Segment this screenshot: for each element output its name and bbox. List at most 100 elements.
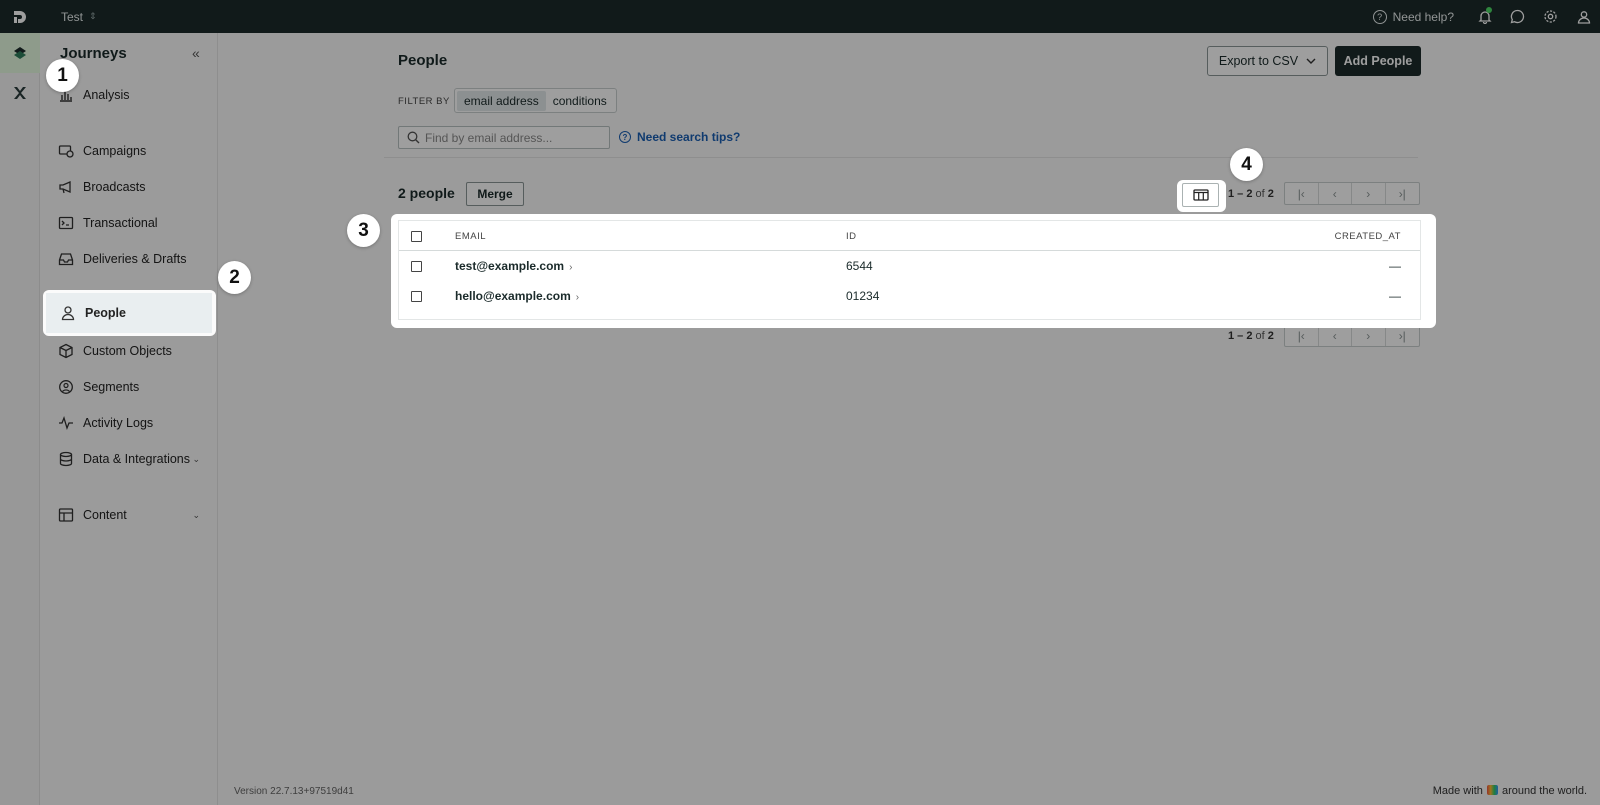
chevron-down-icon: ⌄ — [192, 509, 200, 520]
sidebar-item-broadcasts[interactable]: Broadcasts — [44, 167, 210, 207]
megaphone-icon — [59, 181, 71, 194]
sidebar-item-label: People — [85, 306, 126, 320]
segment-icon — [59, 380, 73, 394]
filter-toggle: email address conditions — [454, 88, 617, 113]
sidebar-item-deliveries[interactable]: Deliveries & Drafts — [44, 239, 210, 279]
bell-icon[interactable] — [1468, 0, 1501, 33]
pulse-icon — [59, 416, 73, 430]
spotlight-columns — [1177, 180, 1226, 212]
table-row[interactable]: hello@example.com › 01234 — — [399, 281, 1420, 311]
table-row[interactable]: test@example.com › 6544 — — [399, 251, 1420, 281]
sidebar-item-activity-logs[interactable]: Activity Logs — [44, 403, 210, 443]
people-table: EMAIL ID CREATED_AT test@example.com › 65… — [398, 220, 1421, 320]
range-start: 1 – 2 — [1228, 188, 1253, 200]
merge-button[interactable]: Merge — [466, 182, 524, 206]
sidebar-item-content[interactable]: Content ⌄ — [44, 495, 210, 535]
notification-dot — [1486, 7, 1492, 13]
terminal-icon — [58, 216, 74, 230]
collapse-sidebar-icon[interactable]: « — [192, 45, 200, 61]
row-checkbox[interactable] — [411, 261, 422, 272]
question-icon: ? — [1372, 9, 1387, 24]
user-icon[interactable] — [1567, 0, 1600, 33]
chat-icon[interactable] — [1501, 0, 1534, 33]
pagination-range-top: 1 – 2 of 2 — [1228, 188, 1274, 200]
chevron-right-icon: › — [575, 292, 580, 303]
app-logo-icon[interactable] — [0, 0, 40, 33]
first-page-icon[interactable]: |‹ — [1285, 325, 1319, 346]
filter-option-email[interactable]: email address — [457, 90, 546, 111]
id-value: 01234 — [846, 289, 880, 303]
created-at-value: — — [1389, 259, 1401, 273]
first-page-icon[interactable]: |‹ — [1285, 183, 1319, 204]
tour-step-badge[interactable]: 1 — [46, 59, 79, 92]
sidebar-item-label: Deliveries & Drafts — [83, 252, 187, 266]
sidebar-item-data-integrations[interactable]: Data & Integrations ⌄ — [44, 439, 210, 479]
email-link[interactable]: hello@example.com › — [455, 289, 579, 303]
made-with-label: Made with around the world. — [1433, 785, 1587, 797]
page-title: People — [398, 52, 448, 69]
row-checkbox[interactable] — [411, 291, 422, 302]
prev-page-icon[interactable]: ‹ — [1319, 183, 1352, 204]
spotlight-people: People — [43, 290, 216, 336]
export-csv-button[interactable]: Export to CSV — [1207, 46, 1328, 76]
sidebar-item-people[interactable]: People — [46, 293, 212, 333]
search-input[interactable] — [425, 130, 605, 145]
table-header: EMAIL ID CREATED_AT — [399, 221, 1420, 251]
prev-page-icon[interactable]: ‹ — [1319, 325, 1352, 346]
integrations-app-icon[interactable] — [0, 73, 40, 113]
sidebar-item-label: Custom Objects — [83, 344, 172, 358]
search-field[interactable] — [398, 126, 610, 149]
export-label: Export to CSV — [1218, 54, 1299, 68]
column-header-email[interactable]: EMAIL — [455, 231, 486, 242]
chevron-down-icon — [1306, 58, 1316, 64]
sidebar-item-transactional[interactable]: Transactional — [44, 203, 210, 243]
sidebar-item-campaigns[interactable]: Campaigns — [44, 131, 210, 171]
chevron-down-icon: ⌄ — [192, 453, 200, 464]
sidebar-item-segments[interactable]: Segments — [44, 367, 210, 407]
journeys-app-icon[interactable] — [0, 33, 40, 73]
sidebar-item-label: Transactional — [83, 216, 158, 230]
pagination-top: |‹ ‹ › ›| — [1284, 182, 1420, 205]
tour-step-badge[interactable]: 3 — [347, 214, 380, 247]
inbox-icon — [58, 253, 74, 266]
app-rail — [0, 33, 40, 805]
sidebar-item-custom-objects[interactable]: Custom Objects — [44, 331, 210, 371]
people-count: 2 people — [398, 185, 455, 201]
search-tips-link[interactable]: ? Need search tips? — [619, 130, 740, 144]
sidebar-item-label: Campaigns — [83, 144, 147, 158]
email-value: hello@example.com — [455, 289, 571, 303]
top-bar: Test ⇕ ? Need help? — [0, 0, 1600, 33]
layout-icon — [58, 508, 74, 522]
email-link[interactable]: test@example.com › — [455, 259, 572, 273]
sidebar-item-label: Data & Integrations — [83, 452, 191, 466]
sidebar-item-label: Activity Logs — [83, 416, 154, 430]
workspace-switcher[interactable]: Test ⇕ — [61, 10, 97, 24]
tour-step-badge[interactable]: 4 — [1230, 148, 1263, 181]
filter-option-conditions[interactable]: conditions — [546, 91, 614, 111]
last-page-icon[interactable]: ›| — [1386, 325, 1420, 346]
version-label: Version 22.7.13+97519d41 — [234, 786, 354, 797]
tour-step-badge[interactable]: 2 — [218, 261, 251, 294]
column-settings-button[interactable] — [1182, 183, 1219, 207]
pagination-range-bottom: 1 – 2 of 2 — [1228, 330, 1274, 342]
made-with-prefix: Made with — [1432, 785, 1483, 797]
range-start: 1 – 2 — [1228, 330, 1253, 342]
person-icon — [61, 306, 75, 321]
last-page-icon[interactable]: ›| — [1386, 183, 1420, 204]
column-header-created-at[interactable]: CREATED_AT — [1335, 231, 1401, 242]
add-people-button[interactable]: Add People — [1335, 46, 1421, 76]
created-at-value: — — [1389, 289, 1401, 303]
help-button[interactable]: ? Need help? — [1372, 9, 1454, 24]
filter-by-label: FILTER BY — [398, 96, 450, 107]
spotlight-table: EMAIL ID CREATED_AT test@example.com › 65… — [391, 214, 1436, 328]
column-header-id[interactable]: ID — [846, 231, 857, 242]
gear-icon[interactable] — [1534, 0, 1567, 33]
next-page-icon[interactable]: › — [1352, 183, 1386, 204]
campaign-icon — [58, 145, 74, 158]
next-page-icon[interactable]: › — [1352, 325, 1386, 346]
heart-icon — [1486, 785, 1498, 795]
search-icon — [407, 131, 420, 144]
sidebar: Journeys « Analysis Campaigns Broadcasts… — [40, 33, 218, 805]
range-of: of — [1255, 188, 1265, 200]
select-all-checkbox[interactable] — [411, 231, 422, 242]
